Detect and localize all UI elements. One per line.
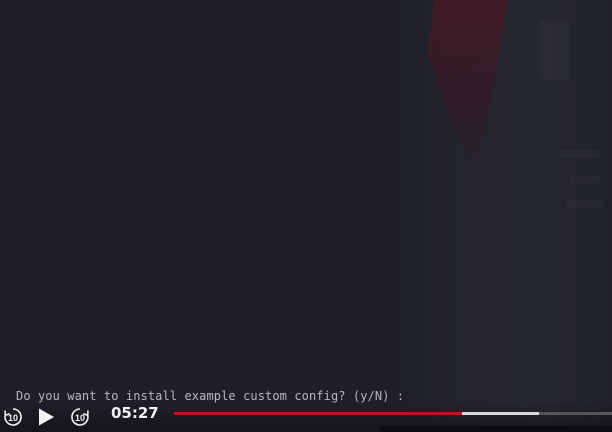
forward-10-label: 10 [75,413,85,423]
progress-bar[interactable] [174,412,612,415]
forward-10-button[interactable]: 10 [69,406,91,428]
current-time: 05:27 [111,404,159,422]
rewind-10-label: 10 [8,413,18,423]
video-frame: Do you want to install example custom co… [0,0,612,432]
rewind-10-button[interactable]: 10 [2,406,24,428]
bottom-shadow-bar [380,426,612,432]
wallpaper-stroke [566,200,604,208]
wallpaper-stroke [570,175,600,183]
terminal-prompt-line: Do you want to install example custom co… [16,389,405,403]
rewind-10-icon: 10 [4,408,22,426]
progress-played [174,412,463,415]
wallpaper-figure [395,0,612,432]
play-button[interactable] [35,406,57,428]
wallpaper-stroke [560,150,600,158]
play-icon [39,408,54,426]
forward-10-icon: 10 [71,408,89,426]
wallpaper-stroke [540,20,570,80]
